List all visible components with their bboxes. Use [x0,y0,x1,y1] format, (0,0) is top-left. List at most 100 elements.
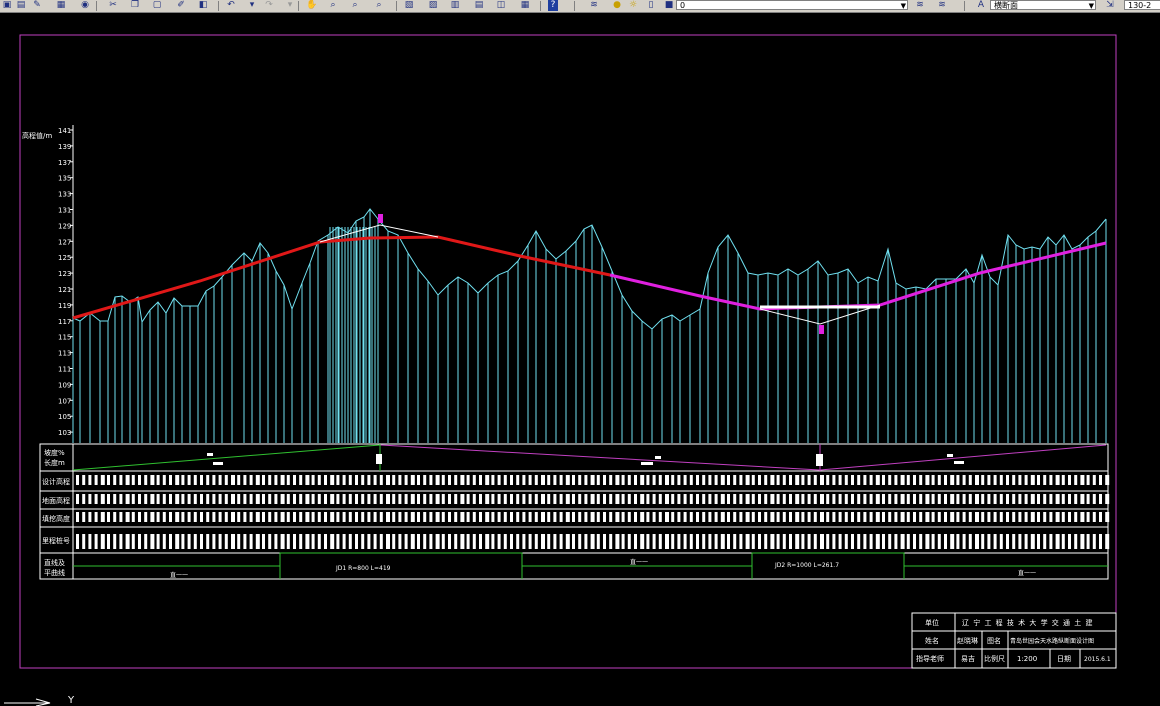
layer-freeze-icon[interactable]: ☼ [628,0,638,11]
band-value-mark [826,475,830,485]
band-value-mark [770,475,775,485]
band-value-mark [913,534,916,549]
band-value-mark [485,494,490,504]
band-value-mark [801,534,805,549]
match-properties-icon[interactable]: ✐ [176,0,186,11]
advisor-value: 易吉 [961,655,975,663]
band-value-mark [913,512,916,522]
undo-icon[interactable]: ↶ [226,0,236,11]
band-value-mark [348,534,352,549]
band-value-mark [491,534,495,549]
band-value-mark [931,475,935,485]
redo-dropdown-icon[interactable]: ▾ [286,0,294,11]
band-value-mark [975,512,979,522]
band-value-mark [906,512,910,522]
band-value-mark [125,494,130,504]
band-value-mark [1086,512,1090,522]
band-value-mark [621,494,625,504]
pan-icon[interactable]: ✋ [306,0,317,11]
band-value-mark [1086,475,1090,485]
band-value-mark [714,475,718,485]
band-value-mark [999,534,1003,549]
redo-icon[interactable]: ↷ [264,0,274,11]
properties-icon[interactable]: ▧ [404,0,414,11]
layer-color-icon[interactable]: ■ [664,0,674,11]
markup-icon[interactable]: ◫ [496,0,506,11]
zoom-realtime-icon[interactable]: ⌕ [328,0,338,11]
band-value-mark [621,512,625,522]
band-value-mark [262,512,265,522]
band-value-mark [708,512,712,522]
dimension-style-icon[interactable]: ⇲ [1104,0,1116,11]
band-value-mark [615,512,620,522]
band-value-mark [900,512,905,522]
print-icon[interactable]: ▤ [16,0,26,11]
band-value-mark [640,534,645,549]
layer-lock-icon[interactable]: ▯ [646,0,656,11]
band-value-mark [857,475,861,485]
band-value-mark [739,494,743,504]
make-current-icon[interactable]: ≋ [914,0,926,11]
paste-icon[interactable]: ▢ [152,0,162,11]
band-value-mark [200,494,203,504]
band-value-mark [330,534,335,549]
tool-palettes-icon[interactable]: ▥ [450,0,460,11]
globe-icon[interactable]: ◉ [80,0,90,11]
band-value-mark [751,512,755,522]
band-value-mark [206,475,210,485]
help-icon[interactable]: ? [548,0,558,11]
band-value-mark [367,494,371,504]
calculator-icon[interactable]: ▦ [520,0,530,11]
publish-icon[interactable]: ✎ [32,0,42,11]
text-style-icon[interactable]: A [974,0,988,11]
dim-style-select[interactable]: 130-2 [1124,0,1160,10]
band-value-mark [733,475,737,485]
band-value-mark [528,494,532,504]
band-value-mark [268,512,272,522]
band-value-mark [528,512,532,522]
band-value-mark [782,512,786,522]
band-value-mark [156,475,160,485]
band-value-mark [286,475,290,485]
band-value-mark [169,494,172,504]
band-value-mark [888,475,892,485]
band-value-mark [795,534,800,549]
band-value-mark [541,512,545,522]
band-value-mark [175,475,180,485]
layer-on-icon[interactable]: ● [612,0,622,11]
design-center-icon[interactable]: ▨ [428,0,438,11]
copy-icon[interactable]: ❐ [130,0,140,11]
band-value-mark [801,512,805,522]
zoom-previous-icon[interactable]: ⌕ [374,0,384,11]
band-value-mark [751,494,755,504]
band-value-mark [925,494,930,504]
band-value-mark [894,475,898,485]
plot-icon[interactable]: ▦ [56,0,66,11]
undo-dropdown-icon[interactable]: ▾ [248,0,256,11]
band-value-mark [590,494,595,504]
layer-select[interactable]: 0 ▼ [676,0,908,10]
band-value-mark [138,475,141,485]
band-value-mark [410,512,415,522]
band-value-mark [503,494,507,504]
layer-previous-icon[interactable]: ≋ [936,0,948,11]
layers-icon[interactable]: ≋ [588,0,600,11]
block-editor-icon[interactable]: ◧ [198,0,208,11]
open-icon[interactable]: ▣ [2,0,12,11]
cut-icon[interactable]: ✂ [108,0,118,11]
y-tick-label: 137 [58,159,71,167]
dim-style-value: 130-2 [1128,1,1152,10]
band-value-mark [745,494,750,504]
band-value-mark [249,512,253,522]
band-value-mark [516,534,520,549]
band-value-mark [423,494,427,504]
band-value-mark [999,512,1003,522]
zoom-window-icon[interactable]: ⌕ [350,0,360,11]
band-value-mark [584,534,588,549]
style-select[interactable]: 横断面 ▼ [990,0,1096,10]
sheet-set-icon[interactable]: ▤ [474,0,484,11]
band-value-mark [516,494,520,504]
band-value-mark [937,534,941,549]
band-value-mark [987,494,991,504]
drawing-canvas[interactable]: 高程值/m 1411391371351331311291271251231211… [0,13,1160,706]
